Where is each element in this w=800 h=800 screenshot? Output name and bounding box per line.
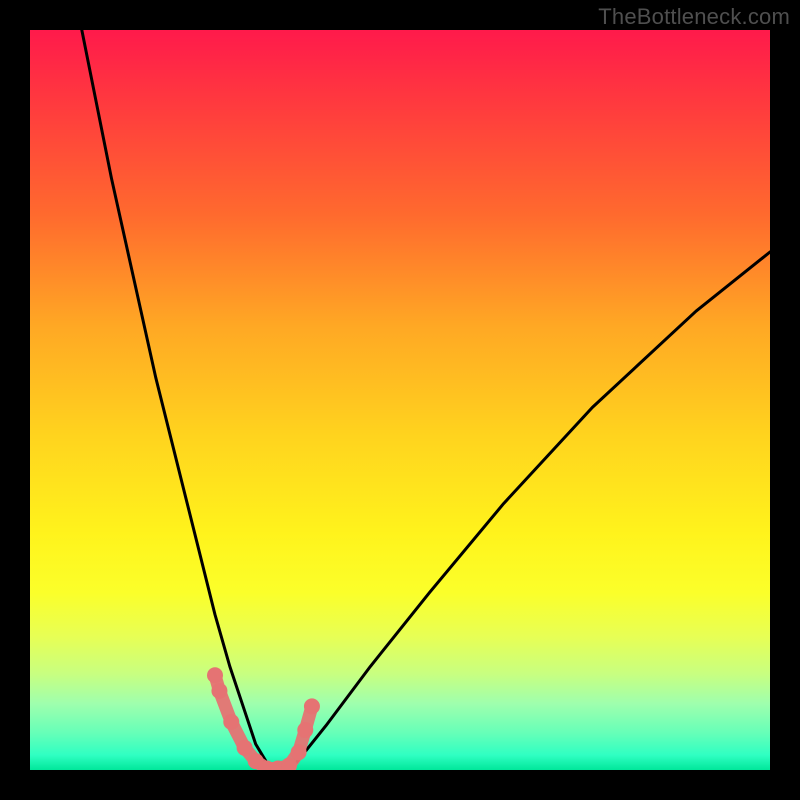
watermark-text: TheBottleneck.com [598, 4, 790, 30]
plot-area [30, 30, 770, 770]
bottleneck-curve [30, 30, 770, 770]
chart-frame: TheBottleneck.com [0, 0, 800, 800]
